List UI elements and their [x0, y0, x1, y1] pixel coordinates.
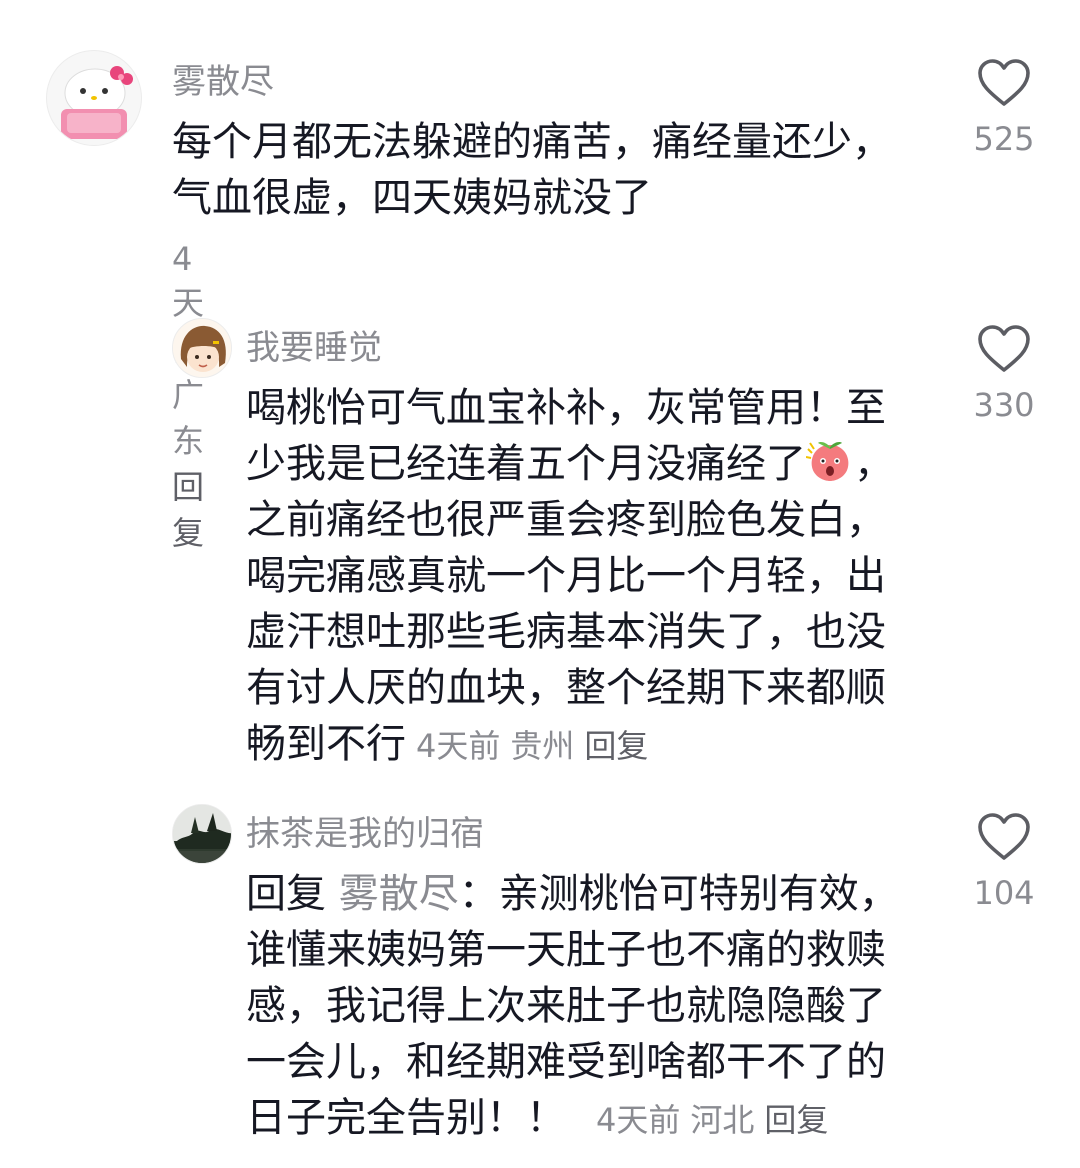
comment-text-line: 回复 雾散尽：亲测桃怡可特别有效，: [246, 871, 899, 917]
reply-button[interactable]: 回复: [584, 727, 648, 765]
location: 贵州: [510, 727, 575, 765]
comment-meta: 4天前 广东 回复: [172, 240, 218, 554]
avatar[interactable]: [46, 50, 142, 146]
shocked-peach-emoji-icon: [806, 442, 849, 481]
like-button[interactable]: 104: [959, 812, 1049, 912]
comment-text: 喝桃怡可气血宝补补，灰常管用！至 少我是已经连着五个月没痛经了 ， 之前痛经也很…: [246, 380, 936, 774]
hello-kitty-avatar-icon: [61, 66, 133, 139]
anime-girl-avatar-icon: [173, 319, 231, 377]
timestamp: 4天前: [596, 1101, 681, 1139]
location: 广东: [172, 376, 205, 460]
avatar[interactable]: [172, 804, 232, 864]
comment-text-line: 一会儿，和经期难受到啥都干不了的: [246, 1039, 886, 1085]
reply-to-username[interactable]: 雾散尽: [339, 871, 459, 917]
comment-text-line: 每个月都无法躲避的痛苦，痛经量还少，: [172, 119, 892, 165]
comment-text-line: 喝桃怡可气血宝补补，灰常管用！至: [246, 385, 886, 431]
comment-meta: 4天前 河北 回复: [566, 1101, 828, 1139]
comment-text-line: 畅到不行 4天前 贵州 回复: [246, 721, 649, 767]
comment-text-line: 气血很虚，四天姨妈就没了: [172, 175, 652, 221]
comment-text-line: 感，我记得上次来肚子也就隐隐酸了: [246, 983, 886, 1029]
timestamp: 4天前: [416, 727, 501, 765]
heart-icon: [978, 813, 1030, 860]
username[interactable]: 抹茶是我的归宿: [246, 806, 484, 855]
like-count: 330: [973, 386, 1035, 424]
comment-text: 每个月都无法躲避的痛苦，痛经量还少， 气血很虚，四天姨妈就没了: [172, 114, 932, 226]
landscape-photo-avatar-icon: [173, 805, 231, 863]
comment-text-line: 谁懂来姨妈第一天肚子也不痛的救赎: [246, 927, 886, 973]
heart-icon: [978, 325, 1030, 372]
comment-meta: 4天前 贵州 回复: [406, 727, 648, 765]
comment-text-line: 虚汗想吐那些毛病基本消失了，也没: [246, 609, 886, 655]
like-button[interactable]: 525: [959, 58, 1049, 158]
avatar[interactable]: [172, 318, 232, 378]
location: 河北: [690, 1101, 755, 1139]
username[interactable]: 我要睡觉: [246, 320, 382, 369]
comment-text-line: 喝完痛感真就一个月比一个月轻，出: [246, 553, 886, 599]
heart-icon: [978, 59, 1030, 106]
reply-button[interactable]: 回复: [764, 1101, 828, 1139]
like-count: 525: [973, 120, 1035, 158]
comment-text-line: 之前痛经也很严重会疼到脸色发白，: [246, 497, 886, 543]
like-count: 104: [973, 874, 1035, 912]
like-button[interactable]: 330: [959, 324, 1049, 424]
comment-text-line: 少我是已经连着五个月没痛经了 ，: [246, 441, 894, 487]
comment-text-line: 有讨人厌的血块，整个经期下来都顺: [246, 665, 886, 711]
comment-text: 回复 雾散尽：亲测桃怡可特别有效， 谁懂来姨妈第一天肚子也不痛的救赎 感，我记得…: [246, 866, 936, 1148]
reply-button[interactable]: 回复: [172, 468, 204, 552]
comment-text-line: 日子完全告别！！ 4天前 河北 回复: [246, 1095, 829, 1141]
username[interactable]: 雾散尽: [172, 54, 274, 103]
